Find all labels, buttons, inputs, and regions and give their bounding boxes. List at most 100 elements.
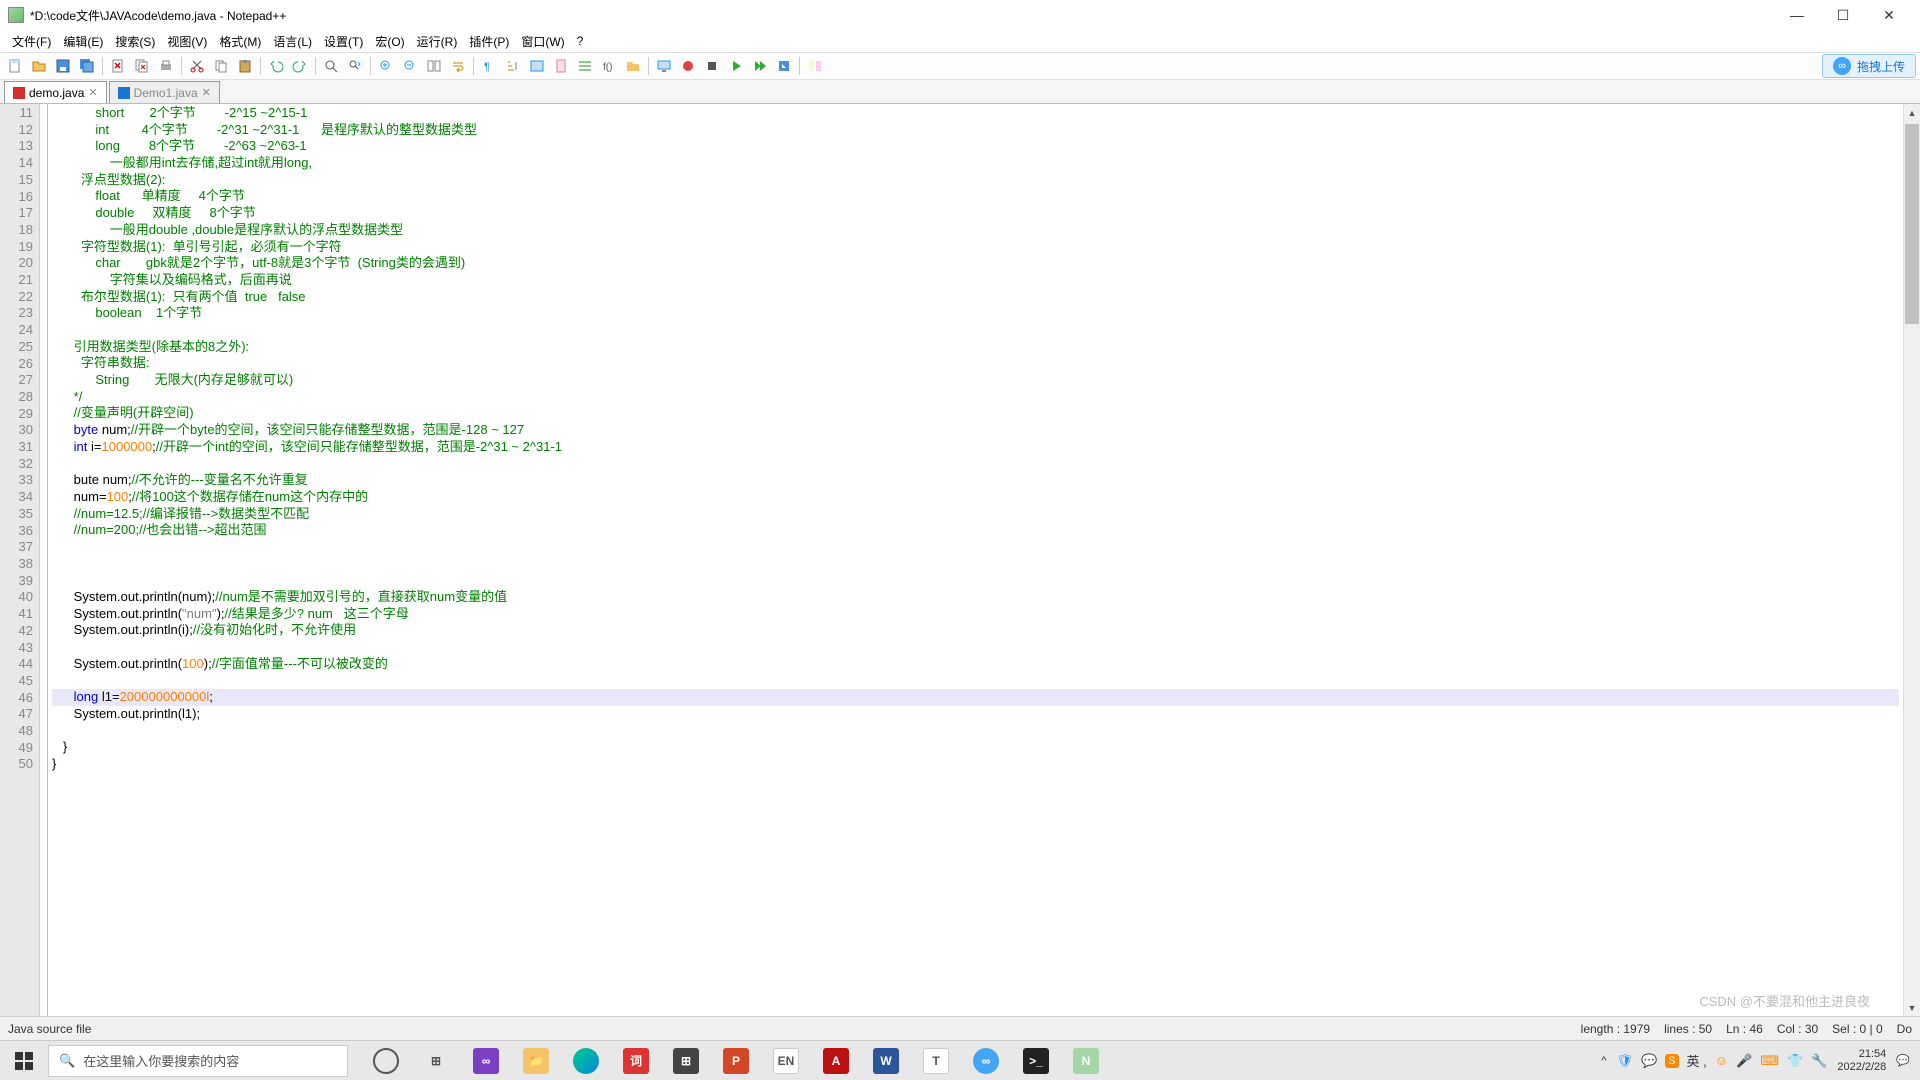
task-youdao[interactable]: 词 [614, 1041, 658, 1080]
indent-guide-icon[interactable] [502, 55, 524, 77]
scroll-down-icon[interactable]: ▼ [1904, 999, 1920, 1016]
print-icon[interactable] [155, 55, 177, 77]
task-calculator[interactable]: ⊞ [664, 1041, 708, 1080]
zoom-in-icon[interactable] [375, 55, 397, 77]
code-line-32[interactable] [52, 455, 1899, 472]
tray-chevron-icon[interactable]: ^ [1601, 1055, 1606, 1067]
code-line-16[interactable]: float 单精度 4个字节 [52, 188, 1899, 205]
function-list-icon[interactable]: f() [598, 55, 620, 77]
tray-ime-lang[interactable]: 英 , [1687, 1051, 1707, 1070]
code-line-38[interactable] [52, 556, 1899, 573]
code-line-14[interactable]: 一般都用int去存储,超过int就用long, [52, 155, 1899, 172]
code-line-50[interactable]: } [52, 756, 1899, 773]
code-line-13[interactable]: long 8个字节 -2^63 ~2^63-1 [52, 138, 1899, 155]
menu-item-5[interactable]: 语言(L) [267, 31, 318, 52]
copy-icon[interactable] [210, 55, 232, 77]
code-line-17[interactable]: double 双精度 8个字节 [52, 205, 1899, 222]
task-baidu[interactable]: ∞ [964, 1041, 1008, 1080]
code-line-36[interactable]: //num=200;//也会出错-->超出范围 [52, 522, 1899, 539]
task-acrobat[interactable]: A [814, 1041, 858, 1080]
task-en[interactable]: EN [764, 1041, 808, 1080]
code-line-12[interactable]: int 4个字节 -2^31 ~2^31-1 是程序默认的整型数据类型 [52, 122, 1899, 139]
tab-close-icon[interactable]: ✕ [88, 86, 97, 99]
code-line-48[interactable] [52, 722, 1899, 739]
record-macro-icon[interactable] [677, 55, 699, 77]
tab-0[interactable]: demo.java✕ [4, 81, 107, 103]
cut-icon[interactable] [186, 55, 208, 77]
scroll-thumb[interactable] [1905, 124, 1919, 324]
task-edge[interactable] [564, 1041, 608, 1080]
menu-item-10[interactable]: 窗口(W) [515, 31, 570, 52]
code-line-23[interactable]: boolean 1个字节 [52, 305, 1899, 322]
menu-item-0[interactable]: 文件(F) [6, 31, 57, 52]
code-line-22[interactable]: 布尔型数据(1): 只有两个值 true false [52, 289, 1899, 306]
code-line-25[interactable]: 引用数据类型(除基本的8之外): [52, 339, 1899, 356]
wrap-icon[interactable] [447, 55, 469, 77]
code-line-27[interactable]: String 无限大(内存足够就可以) [52, 372, 1899, 389]
menu-item-9[interactable]: 插件(P) [463, 31, 515, 52]
task-cmd[interactable]: >_ [1014, 1041, 1058, 1080]
tab-close-icon[interactable]: ✕ [202, 86, 211, 99]
scroll-up-icon[interactable]: ▲ [1904, 104, 1920, 121]
tray-notification-icon[interactable]: 💬 [1896, 1054, 1910, 1067]
menu-item-2[interactable]: 搜索(S) [109, 31, 161, 52]
tray-skin-icon[interactable]: 👕 [1787, 1053, 1803, 1069]
tray-shield-icon[interactable]: 🛡 [1616, 1053, 1633, 1069]
open-file-icon[interactable] [28, 55, 50, 77]
redo-icon[interactable] [289, 55, 311, 77]
menu-item-3[interactable]: 视图(V) [161, 31, 213, 52]
close-all-icon[interactable] [131, 55, 153, 77]
task-visualstudio[interactable]: ∞ [464, 1041, 508, 1080]
task-notepadpp[interactable]: N [1064, 1041, 1108, 1080]
code-line-37[interactable] [52, 539, 1899, 556]
tray-clock[interactable]: 21:54 2022/2/28 [1837, 1048, 1886, 1074]
code-area[interactable]: short 2个字节 -2^15 ~2^15-1 int 4个字节 -2^31 … [48, 104, 1903, 1016]
tray-mic-icon[interactable]: 🎤 [1736, 1053, 1752, 1069]
code-line-28[interactable]: */ [52, 389, 1899, 406]
code-line-44[interactable]: System.out.println(100);//字面值常量---不可以被改变… [52, 656, 1899, 673]
play-macro-icon[interactable] [725, 55, 747, 77]
monitor-icon[interactable] [653, 55, 675, 77]
code-line-20[interactable]: char gbk就是2个字节，utf-8就是3个字节 (String类的会遇到) [52, 255, 1899, 272]
task-word[interactable]: W [864, 1041, 908, 1080]
code-line-26[interactable]: 字符串数据: [52, 355, 1899, 372]
doc-list-icon[interactable] [574, 55, 596, 77]
code-line-49[interactable]: } [52, 739, 1899, 756]
menu-item-8[interactable]: 运行(R) [411, 31, 464, 52]
menu-item-1[interactable]: 编辑(E) [57, 31, 109, 52]
code-line-33[interactable]: bute num;//不允许的---变量名不允许重复 [52, 472, 1899, 489]
tray-sogou-icon[interactable]: S [1665, 1054, 1678, 1068]
new-file-icon[interactable] [4, 55, 26, 77]
save-all-icon[interactable] [76, 55, 98, 77]
show-all-chars-icon[interactable]: ¶ [478, 55, 500, 77]
save-macro-icon[interactable] [773, 55, 795, 77]
zoom-out-icon[interactable] [399, 55, 421, 77]
code-line-40[interactable]: System.out.println(num);//num是不需要加双引号的，直… [52, 589, 1899, 606]
code-line-42[interactable]: System.out.println(i);//没有初始化时，不允许使用 [52, 622, 1899, 639]
task-explorer[interactable]: 📁 [514, 1041, 558, 1080]
tray-emoji-icon[interactable]: ☺ [1715, 1053, 1728, 1068]
doc-map-icon[interactable] [550, 55, 572, 77]
save-icon[interactable] [52, 55, 74, 77]
code-line-15[interactable]: 浮点型数据(2): [52, 172, 1899, 189]
close-button[interactable]: ✕ [1866, 0, 1912, 30]
compare-icon[interactable] [804, 55, 826, 77]
code-line-35[interactable]: //num=12.5;//编译报错-->数据类型不匹配 [52, 506, 1899, 523]
code-line-30[interactable]: byte num;//开辟一个byte的空间，该空间只能存储整型数据，范围是-1… [52, 422, 1899, 439]
code-line-24[interactable] [52, 322, 1899, 339]
user-lang-icon[interactable] [526, 55, 548, 77]
tab-1[interactable]: Demo1.java✕ [109, 81, 220, 103]
menu-item-11[interactable]: ? [571, 32, 590, 50]
menu-item-4[interactable]: 格式(M) [213, 31, 267, 52]
start-button[interactable] [0, 1041, 48, 1080]
minimize-button[interactable]: — [1774, 0, 1820, 30]
code-line-18[interactable]: 一般用double ,double是程序默认的浮点型数据类型 [52, 222, 1899, 239]
play-multi-icon[interactable] [749, 55, 771, 77]
code-line-46[interactable]: long l1=200000000000l; [52, 689, 1899, 706]
tray-keyboard-icon[interactable]: ⌨ [1760, 1053, 1779, 1069]
sync-scroll-icon[interactable] [423, 55, 445, 77]
tray-wechat-icon[interactable]: 💬 [1641, 1053, 1657, 1069]
find-icon[interactable] [320, 55, 342, 77]
undo-icon[interactable] [265, 55, 287, 77]
code-line-21[interactable]: 字符集以及编码格式，后面再说 [52, 272, 1899, 289]
